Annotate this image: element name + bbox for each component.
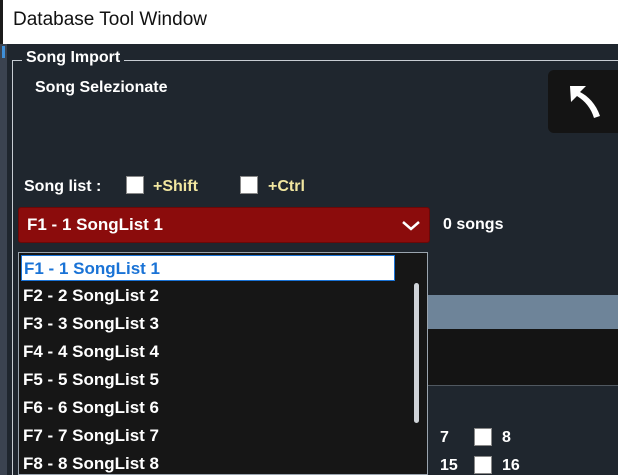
left-edge-accent [2, 46, 5, 58]
table-header-band: ) [400, 295, 618, 329]
dropdown-option[interactable]: F5 - 5 SongList 5 [21, 367, 395, 393]
songlist-select[interactable]: F1 - 1 SongList 1 [18, 207, 430, 243]
song-import-label: Song Import [22, 49, 125, 67]
songlist-select-value: F1 - 1 SongList 1 [27, 215, 164, 234]
dropdown-option[interactable]: F4 - 4 SongList 4 [21, 339, 395, 365]
undo-arrow-icon [570, 86, 600, 118]
dropdown-option[interactable]: F1 - 1 SongList 1 [21, 255, 395, 281]
back-button[interactable] [548, 70, 618, 133]
songs-selected-label: Song Selezionate [35, 79, 168, 96]
grid-label-7: 7 [440, 429, 449, 446]
grid-checkbox-16[interactable] [474, 456, 492, 474]
dropdown-scrollbar[interactable] [414, 283, 419, 423]
dropdown-option[interactable]: F3 - 3 SongList 3 [21, 311, 395, 337]
songlist-dropdown-list[interactable]: F1 - 1 SongList 1 F2 - 2 SongList 2 F3 -… [18, 252, 428, 475]
dropdown-option[interactable]: F8 - 8 SongList 8 [21, 451, 395, 474]
songs-count: 0 songs [443, 216, 504, 233]
left-edge [0, 44, 7, 475]
window-titlebar: Database Tool Window [0, 0, 618, 44]
window-title: Database Tool Window [13, 9, 207, 30]
dropdown-option[interactable]: F7 - 7 SongList 7 [21, 423, 395, 449]
grid-label-8: 8 [502, 429, 511, 446]
grid-label-16: 16 [502, 457, 520, 474]
table-body-band [400, 329, 618, 386]
shift-checkbox[interactable] [126, 176, 144, 194]
ctrl-label: +Ctrl [268, 178, 305, 195]
song-list-label: Song list : [24, 178, 102, 195]
dropdown-option[interactable]: F2 - 2 SongList 2 [21, 283, 395, 309]
shift-label: +Shift [153, 178, 198, 195]
ctrl-checkbox[interactable] [240, 176, 258, 194]
dropdown-option[interactable]: F6 - 6 SongList 6 [21, 395, 395, 421]
chevron-down-icon [402, 221, 420, 231]
grid-checkbox-8[interactable] [474, 428, 492, 446]
grid-label-15: 15 [440, 457, 458, 474]
